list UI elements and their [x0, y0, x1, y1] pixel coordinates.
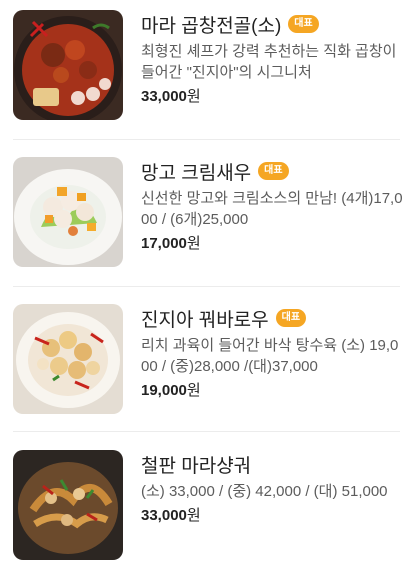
menu-name: 망고 크림새우	[141, 162, 252, 184]
menu-image[interactable]	[13, 304, 123, 414]
menu-image[interactable]	[13, 157, 123, 267]
menu-image[interactable]	[13, 450, 123, 560]
divider	[13, 286, 400, 287]
menu-item-mala-gopchang[interactable]: 마라 곱창전골(소) 대표 최형진 셰프가 강력 추천하는 직화 곱창이 들어간…	[0, 0, 413, 130]
menu-price: 33,000원	[141, 88, 201, 105]
menu-description: 리치 과육이 들어간 바삭 탕수육 (소) 19,000 / (중)28,000…	[141, 337, 399, 375]
divider	[13, 139, 400, 140]
menu-description: 신선한 망고와 크림소스의 만남! (4개)17,000 / (6개)25,00…	[141, 190, 403, 228]
menu-price: 19,000원	[141, 382, 201, 399]
menu-name: 진지아 꿔바로우	[141, 309, 269, 331]
menu-price: 33,000원	[141, 507, 201, 524]
menu-image[interactable]	[13, 10, 123, 120]
menu-description: 최형진 셰프가 강력 추천하는 직화 곱창이 들어간 "진지아"의 시그니처	[141, 43, 397, 81]
menu-list: 마라 곱창전골(소) 대표 최형진 셰프가 강력 추천하는 직화 곱창이 들어간…	[0, 0, 413, 574]
signature-badge: 대표	[258, 162, 289, 180]
menu-item-mala-xiangguo[interactable]: 철판 마라샹궈 (소) 33,000 / (중) 42,000 / (대) 51…	[0, 440, 413, 570]
divider	[13, 431, 400, 432]
menu-item-guobaorou[interactable]: 진지아 꿔바로우 대표 리치 과육이 들어간 바삭 탕수육 (소) 19,000…	[0, 294, 413, 424]
mango-cream-shrimp-photo	[13, 157, 123, 267]
signature-badge: 대표	[288, 15, 319, 33]
signature-badge: 대표	[275, 309, 307, 327]
menu-item-mango-cream-shrimp[interactable]: 망고 크림새우 대표 신선한 망고와 크림소스의 만남! (4개)17,000 …	[0, 147, 413, 277]
menu-price: 17,000원	[141, 235, 201, 252]
menu-name: 철판 마라샹궈	[141, 455, 252, 477]
menu-description: (소) 33,000 / (중) 42,000 / (대) 51,000	[141, 483, 388, 500]
mala-xiangguo-photo	[13, 450, 123, 560]
mala-gopchang-hotpot-photo	[13, 10, 123, 120]
guobaorou-photo	[13, 304, 123, 414]
menu-name: 마라 곱창전골(소)	[141, 15, 282, 37]
